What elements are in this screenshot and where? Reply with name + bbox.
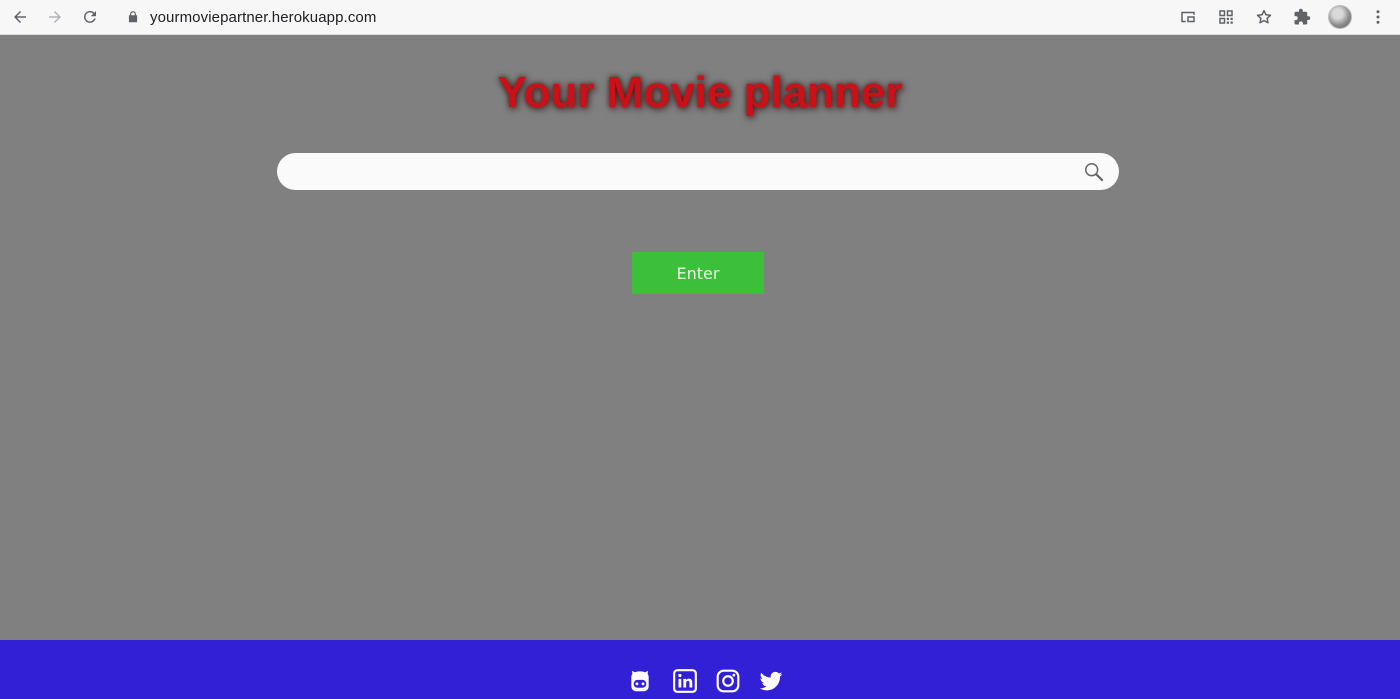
qr-code-button[interactable] [1212,3,1240,31]
page-title: Your Movie planner [497,68,903,117]
avatar [1328,5,1352,29]
toolbar-actions [1174,3,1392,31]
forward-icon [49,11,61,23]
forward-button[interactable] [41,3,69,31]
more-vertical-icon [1376,10,1380,24]
url-text: yourmoviepartner.herokuapp.com [150,8,377,26]
browser-toolbar: yourmoviepartner.herokuapp.com [0,0,1400,35]
footer [0,640,1400,699]
search-bar [277,153,1119,190]
github-icon [631,670,649,692]
bookmark-button[interactable] [1250,3,1278,31]
address-bar[interactable]: yourmoviepartner.herokuapp.com [116,3,1166,31]
qr-code-icon [1219,10,1233,24]
back-icon [14,11,26,23]
instagram-link[interactable] [715,668,741,694]
linkedin-icon [673,669,697,693]
twitter-link[interactable] [758,668,784,694]
lock-icon [128,11,138,23]
twitter-icon [759,671,783,691]
extensions-icon [1294,8,1311,25]
reload-icon [83,10,96,23]
enter-button[interactable]: Enter [632,252,764,294]
reload-button[interactable] [76,3,104,31]
search-icon[interactable] [1083,161,1105,183]
cast-icon [1181,11,1195,23]
profile-button[interactable] [1326,3,1354,31]
extensions-button[interactable] [1288,3,1316,31]
back-button[interactable] [6,3,34,31]
github-link[interactable] [627,668,653,694]
star-icon [1256,9,1272,24]
search-input[interactable] [295,153,1075,190]
menu-button[interactable] [1364,3,1392,31]
cast-button[interactable] [1174,3,1202,31]
linkedin-link[interactable] [672,668,698,694]
instagram-icon [716,669,740,693]
